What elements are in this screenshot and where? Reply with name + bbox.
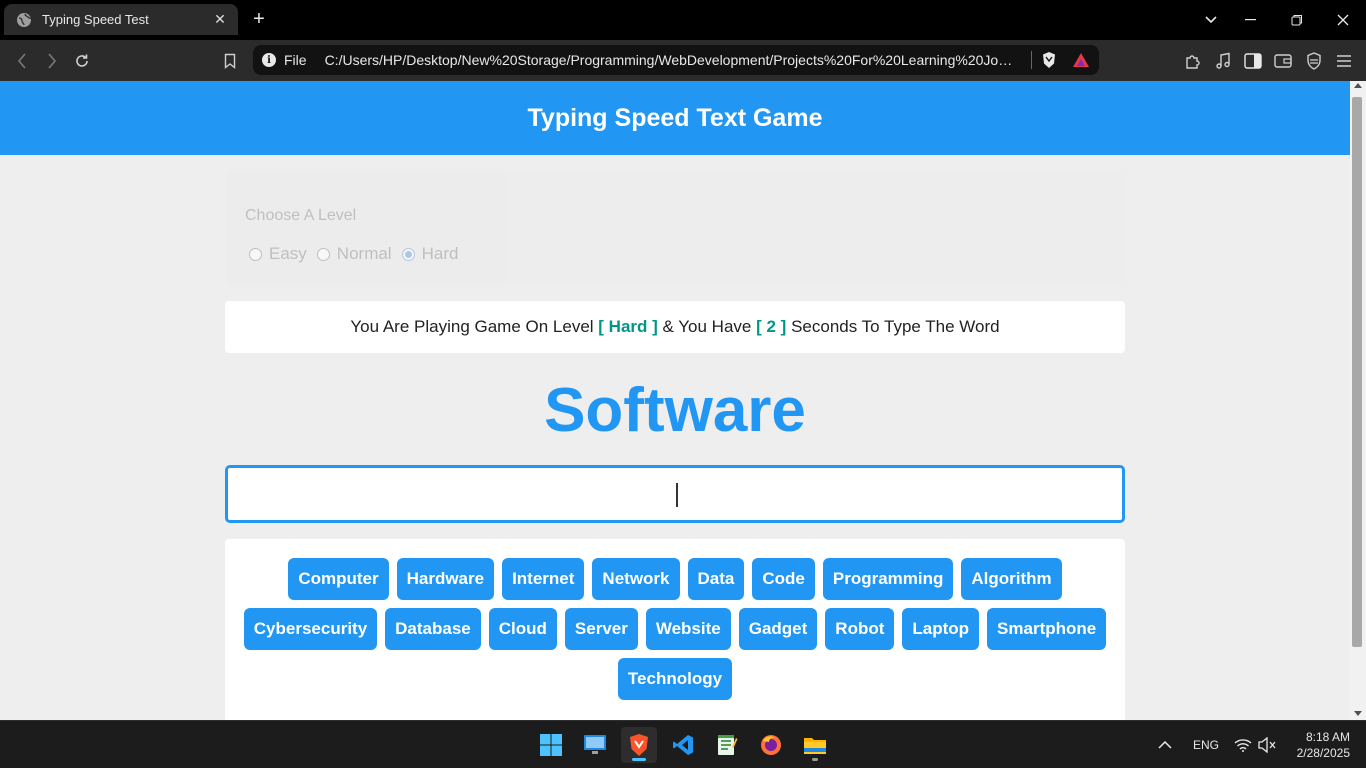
- reload-icon[interactable]: [70, 49, 94, 73]
- system-clock[interactable]: 8:18 AM 2/28/2025: [1286, 729, 1350, 761]
- upcoming-word: Network: [592, 558, 680, 600]
- level-option-normal[interactable]: Normal: [316, 244, 392, 264]
- address-url[interactable]: C:/Users/HP/Desktop/New%20Storage/Progra…: [325, 52, 1017, 68]
- windows-start-icon[interactable]: [533, 727, 569, 763]
- level-chooser: Choose A Level Easy Normal Hard: [225, 171, 1125, 285]
- close-window-icon[interactable]: [1331, 8, 1355, 32]
- message-text: & You Have: [657, 317, 757, 336]
- active-app-indicator: [632, 758, 646, 761]
- current-word: Software: [544, 376, 806, 445]
- message-text: You Are Playing Game On Level: [350, 317, 599, 336]
- game-info-message: You Are Playing Game On Level [ Hard ] &…: [225, 301, 1125, 353]
- upcoming-word: Code: [752, 558, 815, 600]
- notepad-icon[interactable]: [709, 727, 745, 763]
- upcoming-word: Smartphone: [987, 608, 1107, 650]
- page-viewport: Typing Speed Text Game Choose A Level Ea…: [0, 81, 1350, 720]
- browser-tab[interactable]: Typing Speed Test ✕: [4, 4, 238, 35]
- level-option-label: Normal: [336, 244, 392, 263]
- level-option-easy[interactable]: Easy: [249, 244, 307, 264]
- brave-rewards-icon[interactable]: [1072, 51, 1090, 69]
- upcoming-word: Laptop: [902, 608, 980, 650]
- word-input-container[interactable]: [225, 465, 1125, 523]
- language-indicator[interactable]: ENG: [1193, 721, 1219, 768]
- upcoming-word: Website: [645, 608, 731, 650]
- running-app-indicator: [812, 758, 818, 761]
- page-title: Typing Speed Text Game: [0, 81, 1350, 155]
- radio-normal[interactable]: [316, 247, 330, 261]
- close-tab-icon[interactable]: ✕: [212, 11, 228, 28]
- level-option-hard[interactable]: Hard: [401, 244, 459, 264]
- message-text: Seconds To Type The Word: [786, 317, 1000, 336]
- desktop-icon[interactable]: [577, 727, 613, 763]
- extensions-icon[interactable]: [1181, 49, 1205, 73]
- restore-icon[interactable]: [1285, 8, 1309, 32]
- level-option-label: Easy: [269, 244, 307, 263]
- page-scrollbar[interactable]: [1350, 81, 1366, 720]
- address-scheme: File: [284, 52, 307, 68]
- upcoming-word: Server: [564, 608, 638, 650]
- upcoming-word: Cybersecurity: [243, 608, 378, 650]
- globe-icon: [16, 12, 32, 28]
- music-queue-icon[interactable]: [1211, 49, 1235, 73]
- wifi-icon[interactable]: [1234, 721, 1252, 768]
- new-tab-button[interactable]: +: [249, 9, 269, 29]
- back-icon[interactable]: [10, 49, 34, 73]
- forward-icon[interactable]: [40, 49, 64, 73]
- brave-browser-icon[interactable]: [621, 727, 657, 763]
- upcoming-word: Gadget: [738, 608, 818, 650]
- browser-tab-bar: Typing Speed Test ✕ +: [0, 0, 1366, 40]
- level-option-label: Hard: [421, 244, 459, 263]
- site-info-icon[interactable]: i: [262, 53, 276, 67]
- bookmark-icon[interactable]: [218, 49, 242, 73]
- volume-muted-icon[interactable]: [1257, 721, 1277, 768]
- firefox-icon[interactable]: [753, 727, 789, 763]
- upcoming-word: Algorithm: [961, 558, 1062, 600]
- upcoming-word: Hardware: [396, 558, 495, 600]
- upcoming-word: Database: [385, 608, 481, 650]
- vs-code-icon[interactable]: [665, 727, 701, 763]
- vpn-shield-icon[interactable]: [1302, 49, 1326, 73]
- file-explorer-icon[interactable]: [797, 727, 833, 763]
- upcoming-word: Data: [687, 558, 745, 600]
- radio-easy[interactable]: [249, 247, 262, 261]
- upcoming-word: Internet: [502, 558, 585, 600]
- clock-date: 2/28/2025: [1296, 746, 1350, 760]
- level-indicator: [ Hard ]: [598, 317, 658, 336]
- radio-hard[interactable]: [401, 247, 415, 261]
- clock-time: 8:18 AM: [1305, 730, 1350, 744]
- text-caret: [676, 483, 678, 507]
- windows-taskbar: ENG 8:18 AM 2/28/2025: [0, 720, 1366, 768]
- upcoming-word: Cloud: [488, 608, 557, 650]
- menu-icon[interactable]: [1332, 49, 1356, 73]
- scrollbar-thumb[interactable]: [1352, 97, 1362, 647]
- level-chooser-title: Choose A Level: [245, 207, 357, 224]
- show-hidden-icons-chevron-icon[interactable]: [1158, 721, 1172, 768]
- seconds-indicator: [ 2 ]: [756, 317, 787, 336]
- brave-shields-icon[interactable]: [1040, 51, 1058, 69]
- wallet-icon[interactable]: [1271, 49, 1295, 73]
- tab-search-chevron-icon[interactable]: [1199, 8, 1223, 32]
- upcoming-word: Computer: [288, 558, 389, 600]
- scroll-up-icon[interactable]: [1354, 83, 1362, 88]
- minimize-icon[interactable]: [1239, 8, 1263, 32]
- upcoming-words: Computer Hardware Internet Network Data Code P…: [225, 539, 1125, 720]
- address-divider: [1030, 51, 1032, 69]
- tab-title: Typing Speed Test: [42, 12, 149, 27]
- upcoming-word: Programming: [822, 558, 954, 600]
- scroll-down-icon[interactable]: [1354, 711, 1362, 716]
- upcoming-word: Robot: [825, 608, 895, 650]
- level-options: Easy Normal Hard: [249, 244, 468, 264]
- word-input[interactable]: [228, 468, 1122, 520]
- address-bar[interactable]: i File C:/Users/HP/Desktop/New%20Storage…: [253, 45, 1099, 75]
- upcoming-word: Technology: [617, 658, 733, 700]
- sidebar-icon[interactable]: [1241, 49, 1265, 73]
